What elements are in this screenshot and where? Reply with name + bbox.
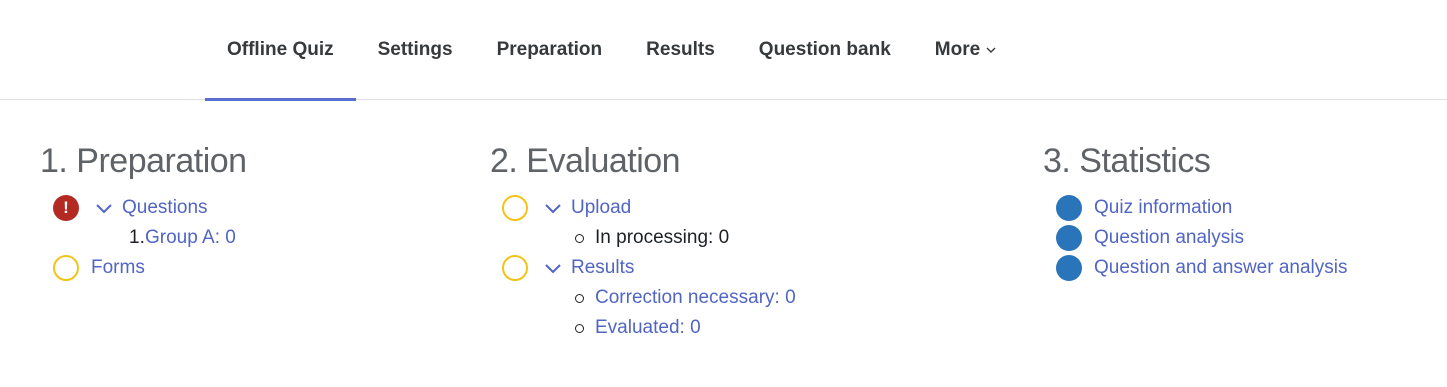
questions-row: ! Questions: [40, 193, 247, 223]
in-processing-row: In processing: 0: [490, 223, 729, 253]
evaluated-row: Evaluated: 0: [490, 313, 701, 343]
tab-label: Results: [646, 39, 715, 60]
bullet-icon: [575, 293, 584, 303]
statistics-item: Question analysis: [1043, 223, 1244, 253]
question-analysis-link[interactable]: Question analysis: [1094, 227, 1244, 249]
question-and-answer-analysis-link[interactable]: Question and answer analysis: [1094, 257, 1347, 279]
done-status-icon: [1056, 195, 1082, 221]
upload-row: Upload: [490, 193, 680, 223]
tab-label: Offline Quiz: [227, 39, 334, 60]
tab-label: Settings: [377, 39, 453, 60]
evaluation-heading: 2. Evaluation: [490, 142, 681, 180]
group-row: 1. Group A: 0: [40, 223, 247, 253]
tab-label: Question bank: [758, 39, 891, 60]
preparation-section: 1. Preparation ! Questions 1. Group A: 0…: [40, 142, 247, 283]
tab-list: Offline Quiz Settings Preparation Result…: [205, 0, 1019, 101]
statistics-section: 3. Statistics Quiz information Question …: [1043, 142, 1347, 283]
statistics-item: Quiz information: [1043, 193, 1232, 223]
tab-offline-quiz[interactable]: Offline Quiz: [205, 0, 356, 101]
error-status-icon: !: [53, 195, 79, 221]
done-status-icon: [1056, 255, 1082, 281]
tab-preparation[interactable]: Preparation: [475, 0, 625, 100]
pending-status-icon: [502, 195, 528, 221]
statistics-heading: 3. Statistics: [1043, 142, 1211, 180]
correction-row: Correction necessary: 0: [490, 283, 796, 313]
tab-label: Preparation: [496, 39, 603, 60]
tab-results[interactable]: Results: [624, 0, 737, 100]
group-a-link[interactable]: Group A: 0: [145, 227, 236, 249]
tab-question-bank[interactable]: Question bank: [737, 0, 913, 100]
upload-link[interactable]: Upload: [571, 197, 631, 219]
chevron-down-icon: [986, 47, 996, 53]
chevron-down-icon[interactable]: [544, 259, 562, 277]
preparation-heading: 1. Preparation: [40, 142, 247, 180]
results-row: Results: [490, 253, 680, 283]
tab-label: More: [934, 39, 981, 60]
tab-more[interactable]: More: [913, 0, 1019, 100]
results-link[interactable]: Results: [571, 257, 634, 279]
evaluation-section: 2. Evaluation Upload In processing: 0 Re…: [490, 142, 796, 343]
bullet-icon: [575, 233, 584, 243]
statistics-item: Question and answer analysis: [1043, 253, 1347, 283]
tab-settings[interactable]: Settings: [356, 0, 475, 100]
chevron-down-icon[interactable]: [544, 199, 562, 217]
group-number: 1.: [129, 227, 145, 248]
chevron-down-icon[interactable]: [95, 199, 113, 217]
questions-link[interactable]: Questions: [122, 197, 208, 219]
bullet-icon: [575, 323, 584, 333]
evaluated-link[interactable]: Evaluated: 0: [595, 317, 701, 339]
forms-row: Forms: [40, 253, 247, 283]
quiz-information-link[interactable]: Quiz information: [1094, 197, 1232, 219]
correction-necessary-link[interactable]: Correction necessary: 0: [595, 287, 796, 309]
tab-navigation: Offline Quiz Settings Preparation Result…: [0, 0, 1447, 101]
pending-status-icon: [53, 255, 79, 281]
done-status-icon: [1056, 225, 1082, 251]
forms-link[interactable]: Forms: [91, 257, 145, 279]
in-processing-text: In processing: 0: [595, 227, 730, 248]
pending-status-icon: [502, 255, 528, 281]
